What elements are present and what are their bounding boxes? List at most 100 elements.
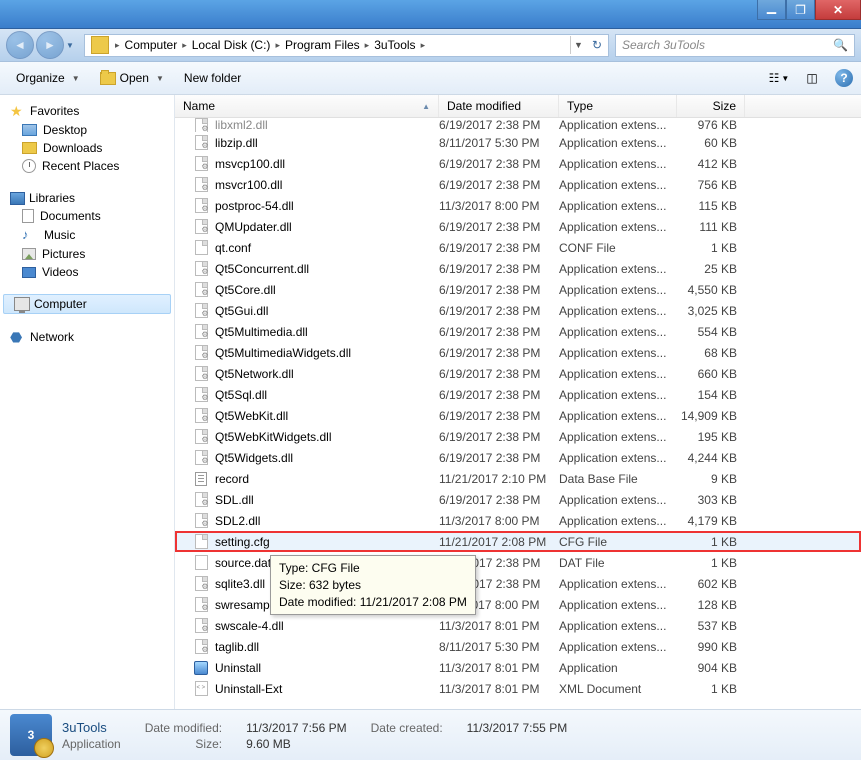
nav-history-dropdown[interactable]: ▼ bbox=[66, 41, 78, 50]
column-header-type[interactable]: Type bbox=[559, 95, 677, 117]
file-row[interactable]: libzip.dll8/11/2017 5:30 PMApplication e… bbox=[175, 132, 861, 153]
file-size: 128 KB bbox=[677, 598, 745, 612]
breadcrumb[interactable]: ▸ Computer ▸ Local Disk (C:) ▸ Program F… bbox=[84, 34, 609, 57]
sidebar-item-downloads[interactable]: Downloads bbox=[0, 139, 174, 157]
file-row[interactable]: Qt5Sql.dll6/19/2017 2:38 PMApplication e… bbox=[175, 384, 861, 405]
file-row[interactable]: msvcr100.dll6/19/2017 2:38 PMApplication… bbox=[175, 174, 861, 195]
music-icon: ♪ bbox=[22, 227, 38, 243]
column-header-size[interactable]: Size bbox=[677, 95, 745, 117]
new-folder-button[interactable]: New folder bbox=[176, 67, 249, 89]
file-type: Application extens... bbox=[559, 493, 677, 507]
file-row[interactable]: SDL2.dll11/3/2017 8:00 PMApplication ext… bbox=[175, 510, 861, 531]
file-row[interactable]: Qt5WebKitWidgets.dll6/19/2017 2:38 PMApp… bbox=[175, 426, 861, 447]
file-row[interactable]: libxml2.dll6/19/2017 2:38 PMApplication … bbox=[175, 118, 861, 132]
chevron-right-icon[interactable]: ▸ bbox=[273, 40, 282, 51]
breadcrumb-segment[interactable]: Computer bbox=[122, 38, 181, 52]
file-row[interactable]: swscale-4.dll11/3/2017 8:01 PMApplicatio… bbox=[175, 615, 861, 636]
nav-back-button[interactable]: ◄ bbox=[6, 31, 34, 59]
file-type: Application extens... bbox=[559, 178, 677, 192]
chevron-right-icon[interactable]: ▸ bbox=[419, 40, 428, 51]
file-name: Qt5Concurrent.dll bbox=[215, 262, 309, 276]
sidebar-favorites[interactable]: ★Favorites bbox=[0, 101, 174, 121]
file-row[interactable]: qt.conf6/19/2017 2:38 PMCONF File1 KB bbox=[175, 237, 861, 258]
file-type: Application extens... bbox=[559, 199, 677, 213]
toolbar: Organize▼ Open▼ New folder ☷ ▼ ◫ ? bbox=[0, 62, 861, 95]
window-close-button[interactable]: ✕ bbox=[815, 0, 861, 20]
sidebar-item-music[interactable]: ♪ Music bbox=[0, 225, 174, 245]
sidebar-network[interactable]: ⬣Network bbox=[0, 327, 174, 347]
computer-icon bbox=[14, 297, 30, 311]
file-rows-container[interactable]: libxml2.dll6/19/2017 2:38 PMApplication … bbox=[175, 118, 861, 709]
chevron-right-icon[interactable]: ▸ bbox=[180, 40, 189, 51]
file-row[interactable]: Qt5MultimediaWidgets.dll6/19/2017 2:38 P… bbox=[175, 342, 861, 363]
window-maximize-button[interactable]: ❐ bbox=[786, 0, 815, 20]
preview-pane-button[interactable]: ◫ bbox=[801, 71, 823, 85]
file-date: 6/19/2017 2:38 PM bbox=[439, 367, 559, 381]
breadcrumb-segment[interactable]: Local Disk (C:) bbox=[189, 38, 274, 52]
file-row[interactable]: record11/21/2017 2:10 PMData Base File9 … bbox=[175, 468, 861, 489]
selected-file-name: 3uTools bbox=[62, 720, 121, 735]
help-button[interactable]: ? bbox=[835, 69, 853, 87]
search-input[interactable]: Search 3uTools 🔍 bbox=[615, 34, 855, 57]
open-button[interactable]: Open▼ bbox=[92, 67, 172, 89]
file-row-highlighted[interactable]: setting.cfg11/21/2017 2:08 PMCFG File1 K… bbox=[175, 531, 861, 552]
file-row[interactable]: Uninstall11/3/2017 8:01 PMApplication904… bbox=[175, 657, 861, 678]
file-icon bbox=[193, 366, 209, 382]
sidebar-computer[interactable]: Computer bbox=[3, 294, 171, 314]
file-type: Application extens... bbox=[559, 220, 677, 234]
file-type: CFG File bbox=[559, 535, 677, 549]
sidebar-item-videos[interactable]: Videos bbox=[0, 263, 174, 281]
file-icon bbox=[193, 555, 209, 571]
file-date: 11/21/2017 2:08 PM bbox=[439, 535, 559, 549]
sidebar-item-documents[interactable]: Documents bbox=[0, 207, 174, 225]
file-row[interactable]: Qt5Concurrent.dll6/19/2017 2:38 PMApplic… bbox=[175, 258, 861, 279]
breadcrumb-dropdown[interactable]: ▼ bbox=[570, 36, 586, 54]
file-icon bbox=[193, 534, 209, 550]
file-type: Application extens... bbox=[559, 577, 677, 591]
sidebar-item-recent[interactable]: Recent Places bbox=[0, 157, 174, 175]
file-row[interactable]: Qt5Core.dll6/19/2017 2:38 PMApplication … bbox=[175, 279, 861, 300]
file-row[interactable]: Uninstall-Ext11/3/2017 8:01 PMXML Docume… bbox=[175, 678, 861, 699]
breadcrumb-segment[interactable]: Program Files bbox=[282, 38, 363, 52]
chevron-right-icon[interactable]: ▸ bbox=[363, 40, 372, 51]
file-date: 8/11/2017 5:30 PM bbox=[439, 136, 559, 150]
file-size: 660 KB bbox=[677, 367, 745, 381]
file-type: XML Document bbox=[559, 682, 677, 696]
file-name: setting.cfg bbox=[215, 535, 270, 549]
organize-button[interactable]: Organize▼ bbox=[8, 67, 88, 89]
file-row[interactable]: msvcp100.dll6/19/2017 2:38 PMApplication… bbox=[175, 153, 861, 174]
file-name: SDL.dll bbox=[215, 493, 254, 507]
chevron-right-icon[interactable]: ▸ bbox=[113, 40, 122, 51]
nav-forward-button[interactable]: ► bbox=[36, 31, 64, 59]
file-row[interactable]: Qt5WebKit.dll6/19/2017 2:38 PMApplicatio… bbox=[175, 405, 861, 426]
file-row[interactable]: Qt5Widgets.dll6/19/2017 2:38 PMApplicati… bbox=[175, 447, 861, 468]
file-row[interactable]: Qt5Multimedia.dll6/19/2017 2:38 PMApplic… bbox=[175, 321, 861, 342]
file-row[interactable]: postproc-54.dll11/3/2017 8:00 PMApplicat… bbox=[175, 195, 861, 216]
breadcrumb-segment[interactable]: 3uTools bbox=[371, 38, 418, 52]
sidebar-item-desktop[interactable]: Desktop bbox=[0, 121, 174, 139]
selected-file-type: Application bbox=[62, 737, 121, 751]
sidebar-item-label: Music bbox=[44, 228, 75, 242]
file-row[interactable]: taglib.dll8/11/2017 5:30 PMApplication e… bbox=[175, 636, 861, 657]
details-created-value: 11/3/2017 7:55 PM bbox=[467, 721, 568, 735]
view-options-button[interactable]: ☷ ▼ bbox=[761, 71, 797, 85]
column-header-name[interactable]: Name▲ bbox=[175, 95, 439, 117]
window-minimize-button[interactable] bbox=[757, 0, 786, 20]
file-icon bbox=[193, 282, 209, 298]
sidebar-libraries[interactable]: Libraries bbox=[0, 189, 174, 207]
file-name: libzip.dll bbox=[215, 136, 258, 150]
file-size: 4,179 KB bbox=[677, 514, 745, 528]
search-icon[interactable]: 🔍 bbox=[833, 38, 848, 52]
file-name: Qt5Multimedia.dll bbox=[215, 325, 308, 339]
file-row[interactable]: SDL.dll6/19/2017 2:38 PMApplication exte… bbox=[175, 489, 861, 510]
file-name: taglib.dll bbox=[215, 640, 259, 654]
file-name: Qt5WebKitWidgets.dll bbox=[215, 430, 332, 444]
sidebar-item-pictures[interactable]: Pictures bbox=[0, 245, 174, 263]
file-row[interactable]: QMUpdater.dll6/19/2017 2:38 PMApplicatio… bbox=[175, 216, 861, 237]
refresh-button[interactable]: ↻ bbox=[586, 38, 608, 52]
file-row[interactable]: Qt5Network.dll6/19/2017 2:38 PMApplicati… bbox=[175, 363, 861, 384]
file-icon bbox=[193, 471, 209, 487]
file-row[interactable]: Qt5Gui.dll6/19/2017 2:38 PMApplication e… bbox=[175, 300, 861, 321]
column-header-date[interactable]: Date modified bbox=[439, 95, 559, 117]
document-icon bbox=[22, 209, 34, 223]
